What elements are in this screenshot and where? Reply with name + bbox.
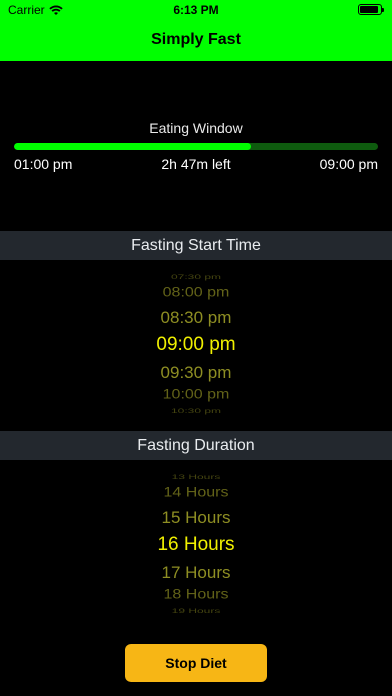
duration-option[interactable]: 13 Hours	[0, 473, 392, 481]
app-header: Carrier 6:13 PM Simply Fast	[0, 0, 392, 61]
start-option[interactable]: 10:30 pm	[0, 407, 392, 415]
start-option[interactable]: 09:30 pm	[0, 363, 392, 383]
fasting-start-header: Fasting Start Time	[0, 231, 392, 260]
status-time: 6:13 PM	[173, 3, 219, 17]
fasting-start-picker[interactable]: 07:30 pm 08:00 pm 08:30 pm 09:00 pm 09:3…	[0, 270, 392, 418]
battery-icon	[358, 4, 384, 15]
fasting-duration-picker[interactable]: 13 Hours 14 Hours 15 Hours 16 Hours 17 H…	[0, 470, 392, 618]
eating-window-end: 09:00 pm	[319, 156, 378, 172]
eating-window-label: Eating Window	[149, 120, 243, 136]
start-option-selected[interactable]: 09:00 pm	[0, 334, 392, 356]
duration-option[interactable]: 15 Hours	[0, 508, 392, 528]
start-option[interactable]: 10:00 pm	[0, 387, 392, 403]
eating-window-progress	[14, 143, 378, 150]
app-title: Simply Fast	[151, 31, 241, 48]
duration-option[interactable]: 14 Hours	[0, 485, 392, 501]
duration-option[interactable]: 18 Hours	[0, 587, 392, 603]
duration-option[interactable]: 19 Hours	[0, 607, 392, 615]
battery-level	[360, 6, 378, 13]
duration-option[interactable]: 17 Hours	[0, 563, 392, 583]
fasting-duration-header: Fasting Duration	[0, 431, 392, 460]
duration-option-selected[interactable]: 16 Hours	[0, 534, 392, 556]
status-bar: Carrier 6:13 PM	[0, 0, 392, 20]
eating-window-progress-fill	[14, 143, 251, 150]
start-option[interactable]: 08:00 pm	[0, 285, 392, 301]
stop-diet-button[interactable]: Stop Diet	[125, 644, 267, 682]
start-option[interactable]: 08:30 pm	[0, 308, 392, 328]
start-option[interactable]: 07:30 pm	[0, 273, 392, 281]
